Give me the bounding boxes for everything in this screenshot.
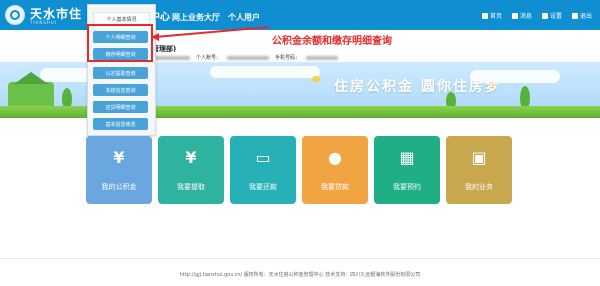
logo-icon <box>5 5 25 25</box>
footer-divider <box>0 258 600 259</box>
tile-my-business[interactable]: ▣ 我的业务 <box>446 136 512 204</box>
briefcase-icon: ▣ <box>471 147 487 167</box>
nav-home-label: 首页 <box>489 13 502 20</box>
menu-item-repay-query[interactable]: 还贷明细查询 <box>93 101 148 113</box>
brand-subtitle: TIANSHUI <box>30 20 58 25</box>
message-icon <box>511 12 518 19</box>
nav-home[interactable]: 首页 <box>481 11 502 20</box>
tile-label: 我要提取 <box>177 183 205 191</box>
right-nav: 首页 消息 设置 退出 <box>481 11 592 20</box>
tile-label: 我的业务 <box>465 183 493 191</box>
money-bag-icon: ● <box>328 147 342 167</box>
nav-logout-label: 退出 <box>579 13 592 20</box>
phone-label: 手机号码： <box>275 55 301 61</box>
tile-appointment[interactable]: ▦ 我要预约 <box>374 136 440 204</box>
redacted-name <box>150 55 190 60</box>
service-tiles: ¥ 我的公积金 ¥ 我要提取 ▭ 我要还款 ● 我要贷款 ▦ 我要预约 ▣ 我的… <box>86 136 520 206</box>
menu-highlight-box <box>87 24 153 62</box>
home-icon <box>481 12 488 19</box>
nav-messages[interactable]: 消息 <box>511 11 532 20</box>
tile-label: 我要预约 <box>393 183 421 191</box>
menu-item-edit-info[interactable]: 基本信息修改 <box>93 118 148 130</box>
menu-item-freeze-query[interactable]: 冻结信息查询 <box>93 84 148 96</box>
tile-repay[interactable]: ▭ 我要还款 <box>230 136 296 204</box>
withdraw-icon: ¥ <box>185 147 197 167</box>
user-info-row: 个人账号： 手机号码： <box>150 54 339 61</box>
redacted-phone <box>306 55 339 60</box>
butterfly-icon <box>312 76 320 82</box>
menu-item-withdraw-query[interactable]: 认定提取查询 <box>93 67 148 79</box>
yen-icon: ¥ <box>113 147 125 167</box>
tile-label: 我要贷款 <box>321 183 349 191</box>
settings-icon <box>541 12 548 19</box>
footer-copyright: http://gjj.tianshui.gov.cn/ 版权所有：天水住房公积金… <box>179 272 421 278</box>
nav-online-hall[interactable]: 网上业务大厅 <box>172 12 220 23</box>
logout-icon <box>571 12 578 19</box>
account-label: 个人账号： <box>196 55 222 61</box>
nav-personal-user[interactable]: 个人用户 <box>228 12 260 23</box>
cloud-shape <box>210 66 320 78</box>
calendar-icon: ▦ <box>399 147 415 167</box>
tile-loan[interactable]: ● 我要贷款 <box>302 136 368 204</box>
nav-settings[interactable]: 设置 <box>541 11 562 20</box>
card-icon: ▭ <box>255 147 271 167</box>
nav-logout[interactable]: 退出 <box>571 11 592 20</box>
tile-withdraw[interactable]: ¥ 我要提取 <box>158 136 224 204</box>
redacted-account <box>227 55 270 60</box>
banner-slogan: 住房公积金 圆你住房梦 <box>334 79 501 95</box>
annotation-arrow-head <box>151 33 159 41</box>
tile-label: 我的公积金 <box>101 183 137 191</box>
tile-my-fund[interactable]: ¥ 我的公积金 <box>86 136 152 204</box>
nav-settings-label: 设置 <box>549 13 562 20</box>
annotation-text: 公积金余额和缴存明细查询 <box>272 36 392 47</box>
nav-messages-label: 消息 <box>519 13 532 20</box>
header-nav: 网上业务大厅 个人用户 <box>172 12 260 23</box>
tile-label: 我要还款 <box>249 183 277 191</box>
